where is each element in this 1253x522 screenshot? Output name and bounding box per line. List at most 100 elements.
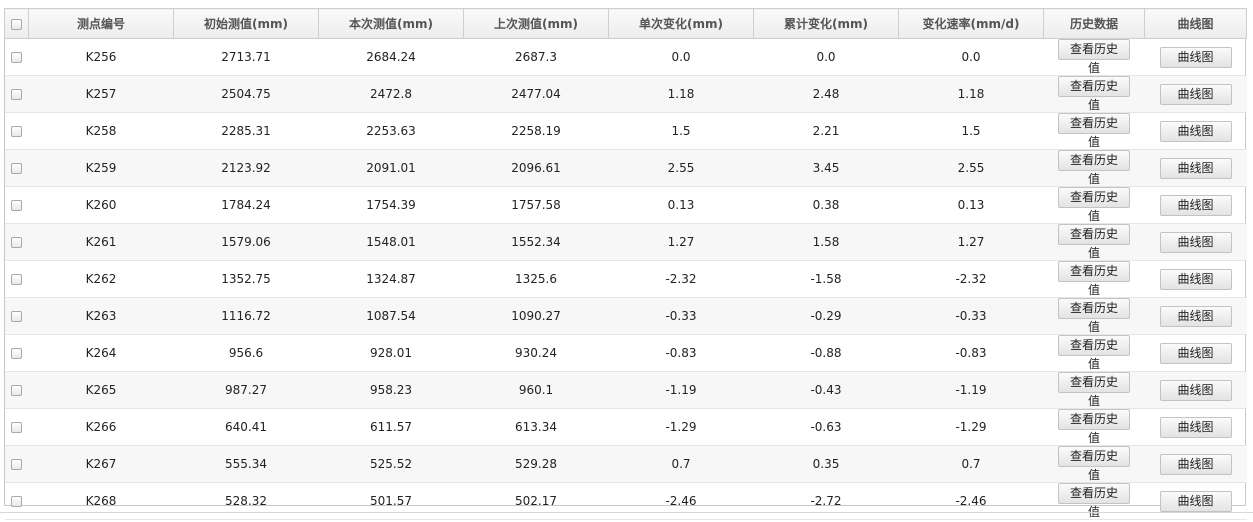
single-change-cell: 1.18 (608, 75, 754, 113)
curve-chart-button[interactable]: 曲线图 (1159, 46, 1232, 68)
row-checkbox[interactable] (11, 348, 22, 359)
row-checkbox[interactable] (11, 311, 22, 322)
table-row[interactable]: K262 1352.75 1324.87 1325.6 -2.32 -1.58 … (4, 260, 1247, 298)
view-history-button[interactable]: 查看历史值 (1058, 409, 1130, 445)
history-cell: 查看历史值 (1043, 38, 1145, 76)
table-row[interactable]: K256 2713.71 2684.24 2687.3 0.0 0.0 0.0 … (4, 38, 1247, 76)
row-checkbox[interactable] (11, 274, 22, 285)
table-row[interactable]: K265 987.27 958.23 960.1 -1.19 -0.43 -1.… (4, 371, 1247, 409)
curve-chart-button[interactable]: 曲线图 (1159, 490, 1232, 512)
table-row[interactable]: K261 1579.06 1548.01 1552.34 1.27 1.58 1… (4, 223, 1247, 261)
row-checkbox[interactable] (11, 126, 22, 137)
table-row[interactable]: K259 2123.92 2091.01 2096.61 2.55 3.45 2… (4, 149, 1247, 187)
header-point-id[interactable]: 测点编号 (28, 8, 174, 39)
curve-chart-button[interactable]: 曲线图 (1159, 231, 1232, 253)
header-current[interactable]: 本次测值(mm) (318, 8, 464, 39)
curve-chart-button[interactable]: 曲线图 (1159, 120, 1232, 142)
row-checkbox[interactable] (11, 200, 22, 211)
view-history-button[interactable]: 查看历史值 (1058, 113, 1130, 149)
header-change-rate[interactable]: 变化速率(mm/d) (898, 8, 1044, 39)
previous-value-cell: 502.17 (463, 482, 609, 520)
single-change-cell: -0.33 (608, 297, 754, 335)
single-change-cell: -0.83 (608, 334, 754, 372)
curve-chart-button[interactable]: 曲线图 (1159, 342, 1232, 364)
initial-value-cell: 1116.72 (173, 297, 319, 335)
previous-value-cell: 2687.3 (463, 38, 609, 76)
view-history-button[interactable]: 查看历史值 (1058, 483, 1130, 519)
table-header-row: 测点编号 初始测值(mm) 本次测值(mm) 上次测值(mm) 单次变化(mm)… (4, 8, 1247, 39)
point-id-cell: K261 (28, 223, 174, 261)
change-rate-cell: 0.7 (898, 445, 1044, 483)
curve-chart-button[interactable]: 曲线图 (1159, 194, 1232, 216)
view-history-button[interactable]: 查看历史值 (1058, 298, 1130, 334)
row-checkbox[interactable] (11, 496, 22, 507)
view-history-button[interactable]: 查看历史值 (1058, 187, 1130, 223)
row-checkbox[interactable] (11, 237, 22, 248)
view-history-button[interactable]: 查看历史值 (1058, 224, 1130, 260)
curve-cell: 曲线图 (1144, 260, 1247, 298)
view-history-button[interactable]: 查看历史值 (1058, 39, 1130, 75)
view-history-button[interactable]: 查看历史值 (1058, 335, 1130, 371)
select-all-checkbox[interactable] (11, 18, 22, 30)
view-history-button[interactable]: 查看历史值 (1058, 261, 1130, 297)
cumulative-change-cell: -2.72 (753, 482, 899, 520)
table-row[interactable]: K268 528.32 501.57 502.17 -2.46 -2.72 -2… (4, 482, 1247, 520)
change-rate-cell: 1.27 (898, 223, 1044, 261)
view-history-button[interactable]: 查看历史值 (1058, 372, 1130, 408)
table-row[interactable]: K260 1784.24 1754.39 1757.58 0.13 0.38 0… (4, 186, 1247, 224)
row-checkbox[interactable] (11, 459, 22, 470)
row-select-cell (4, 334, 29, 372)
row-select-cell (4, 149, 29, 187)
curve-chart-button[interactable]: 曲线图 (1159, 416, 1232, 438)
change-rate-cell: 0.0 (898, 38, 1044, 76)
curve-chart-button[interactable]: 曲线图 (1159, 268, 1232, 290)
header-initial[interactable]: 初始测值(mm) (173, 8, 319, 39)
header-single-change[interactable]: 单次变化(mm) (608, 8, 754, 39)
table-row[interactable]: K257 2504.75 2472.8 2477.04 1.18 2.48 1.… (4, 75, 1247, 113)
curve-chart-button[interactable]: 曲线图 (1159, 379, 1232, 401)
curve-chart-button[interactable]: 曲线图 (1159, 83, 1232, 105)
cumulative-change-cell: 3.45 (753, 149, 899, 187)
header-previous[interactable]: 上次测值(mm) (463, 8, 609, 39)
row-checkbox[interactable] (11, 422, 22, 433)
row-select-cell (4, 482, 29, 520)
row-checkbox[interactable] (11, 52, 22, 63)
header-cumulative-change[interactable]: 累计变化(mm) (753, 8, 899, 39)
point-id-cell: K258 (28, 112, 174, 150)
curve-chart-button[interactable]: 曲线图 (1159, 157, 1232, 179)
curve-cell: 曲线图 (1144, 408, 1247, 446)
view-history-button[interactable]: 查看历史值 (1058, 76, 1130, 112)
curve-cell: 曲线图 (1144, 482, 1247, 520)
cumulative-change-cell: 2.21 (753, 112, 899, 150)
point-id-cell: K266 (28, 408, 174, 446)
point-id-cell: K260 (28, 186, 174, 224)
cumulative-change-cell: -0.88 (753, 334, 899, 372)
cumulative-change-cell: 2.48 (753, 75, 899, 113)
previous-value-cell: 1757.58 (463, 186, 609, 224)
header-curve: 曲线图 (1144, 8, 1247, 39)
row-checkbox[interactable] (11, 385, 22, 396)
initial-value-cell: 2123.92 (173, 149, 319, 187)
table-row[interactable]: K264 956.6 928.01 930.24 -0.83 -0.88 -0.… (4, 334, 1247, 372)
curve-cell: 曲线图 (1144, 186, 1247, 224)
view-history-button[interactable]: 查看历史值 (1058, 446, 1130, 482)
history-cell: 查看历史值 (1043, 445, 1145, 483)
single-change-cell: 0.7 (608, 445, 754, 483)
table-row[interactable]: K266 640.41 611.57 613.34 -1.29 -0.63 -1… (4, 408, 1247, 446)
table-row[interactable]: K267 555.34 525.52 529.28 0.7 0.35 0.7 查… (4, 445, 1247, 483)
history-cell: 查看历史值 (1043, 112, 1145, 150)
curve-chart-button[interactable]: 曲线图 (1159, 305, 1232, 327)
curve-cell: 曲线图 (1144, 112, 1247, 150)
row-select-cell (4, 371, 29, 409)
table-row[interactable]: K258 2285.31 2253.63 2258.19 1.5 2.21 1.… (4, 112, 1247, 150)
previous-value-cell: 2477.04 (463, 75, 609, 113)
table-row[interactable]: K263 1116.72 1087.54 1090.27 -0.33 -0.29… (4, 297, 1247, 335)
point-id-cell: K262 (28, 260, 174, 298)
history-cell: 查看历史值 (1043, 297, 1145, 335)
row-select-cell (4, 75, 29, 113)
row-checkbox[interactable] (11, 163, 22, 174)
curve-chart-button[interactable]: 曲线图 (1159, 453, 1232, 475)
curve-cell: 曲线图 (1144, 223, 1247, 261)
view-history-button[interactable]: 查看历史值 (1058, 150, 1130, 186)
row-checkbox[interactable] (11, 89, 22, 100)
